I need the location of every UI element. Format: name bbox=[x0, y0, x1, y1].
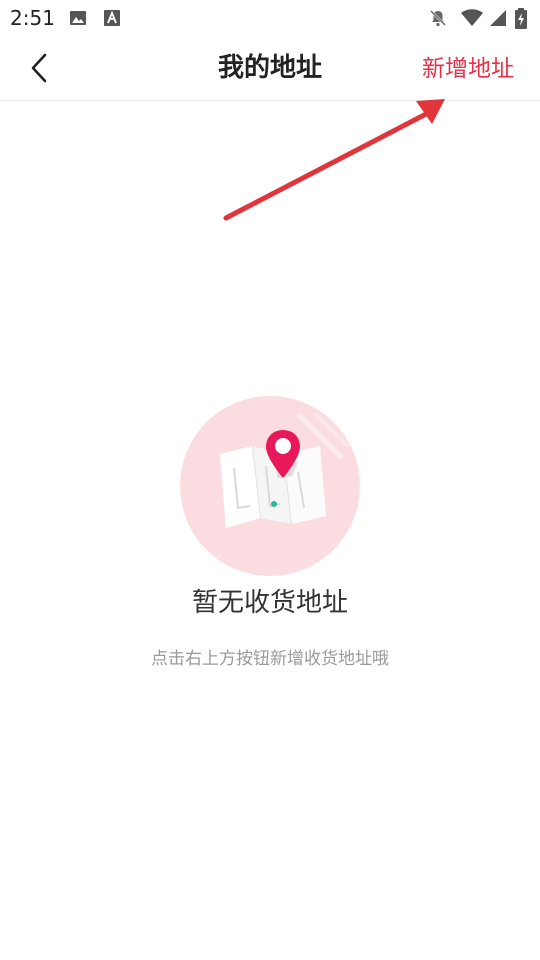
status-time: 2:51 bbox=[10, 6, 55, 30]
status-bar: 2:51 bbox=[0, 0, 540, 36]
add-address-button[interactable]: 新增地址 bbox=[422, 54, 514, 84]
text-a-icon bbox=[102, 8, 122, 28]
empty-state-hint: 点击右上方按钮新增收货地址哦 bbox=[151, 649, 389, 669]
empty-state-title: 暂无收货地址 bbox=[191, 588, 348, 618]
image-icon bbox=[68, 8, 88, 28]
signal-icon bbox=[488, 8, 508, 28]
map-pin-icon bbox=[180, 396, 360, 576]
wifi-icon bbox=[461, 8, 483, 28]
battery-charging-icon bbox=[514, 8, 528, 29]
app-header: 我的地址 新增地址 bbox=[0, 36, 540, 101]
notifications-off-icon bbox=[428, 8, 448, 28]
address-list-screen: 2:51 我的地址 新增地址 暂无收货地址 点击右上方按钮新增收货地址哦 bbox=[0, 0, 540, 960]
empty-address-illustration bbox=[180, 396, 360, 576]
